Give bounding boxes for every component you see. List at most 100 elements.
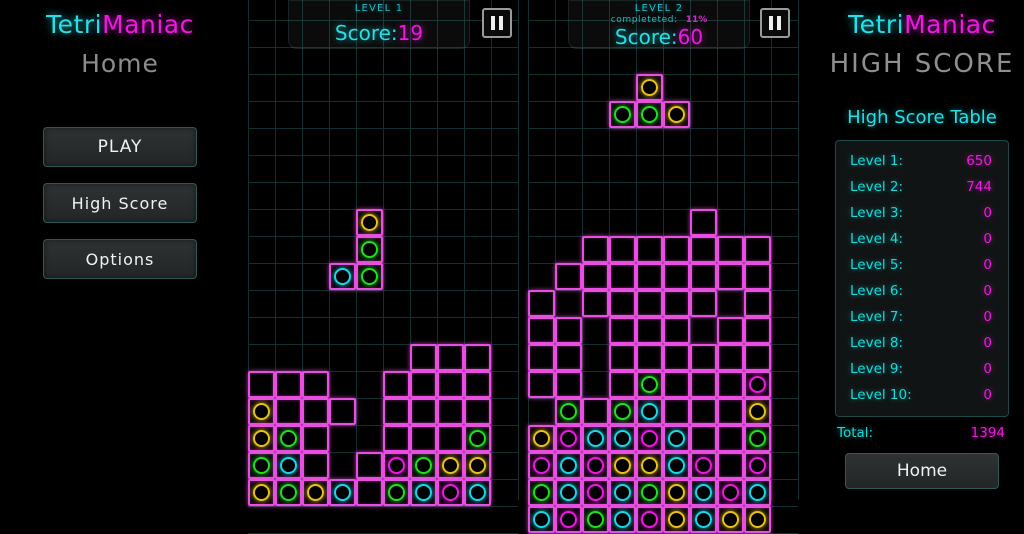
stack-block (248, 479, 275, 506)
grid-line (248, 209, 518, 210)
total-value: 1394 (970, 425, 1005, 441)
stack-block (437, 371, 464, 398)
play-button[interactable]: PLAY (43, 127, 197, 167)
block-circle-icon (333, 267, 351, 285)
block-circle-icon (441, 456, 459, 474)
home-menu: PLAY High Score Options (0, 127, 240, 279)
block-circle-icon (360, 213, 378, 231)
stack-block (744, 344, 771, 371)
stack-block (248, 371, 275, 398)
app-title: TetriManiac (0, 10, 240, 39)
stack-block (717, 398, 744, 425)
grid-line (248, 101, 518, 102)
stack-block (437, 398, 464, 425)
app-title-part1: Tetri (46, 10, 103, 39)
high-score-level-label: Level 5: (850, 257, 904, 273)
grid-line (798, 0, 799, 500)
high-score-row: Level 2: 744 (836, 174, 1008, 200)
stack-block (383, 398, 410, 425)
high-score-row: Level 10: 0 (836, 382, 1008, 408)
stack-block (636, 263, 663, 290)
block-circle-icon (748, 429, 766, 447)
stack-block (410, 398, 437, 425)
stack-block (410, 452, 437, 479)
pause-button-right[interactable] (760, 8, 790, 38)
high-score-row: Level 4: 0 (836, 226, 1008, 252)
block-circle-icon (360, 267, 378, 285)
options-button[interactable]: Options (43, 239, 197, 279)
grid-line (248, 317, 518, 318)
stack-block (744, 263, 771, 290)
level-label-right: LEVEL 2 (634, 3, 684, 14)
stack-block (555, 263, 582, 290)
stack-block (744, 317, 771, 344)
stack-block (690, 344, 717, 371)
stack-block (329, 398, 356, 425)
total-row: Total: 1394 (825, 425, 1019, 441)
block-circle-icon (532, 510, 550, 528)
stack-block (275, 371, 302, 398)
stack-block (528, 371, 555, 398)
falling-block (356, 263, 383, 290)
high-score-button[interactable]: High Score (43, 183, 197, 223)
block-circle-icon (252, 483, 270, 501)
stack-block (410, 371, 437, 398)
stack-block (663, 236, 690, 263)
stack-block (636, 290, 663, 317)
block-circle-icon (559, 402, 577, 420)
block-circle-icon (360, 240, 378, 258)
high-score-level-value: 0 (983, 283, 992, 299)
stack-block (302, 479, 329, 506)
stack-block (582, 263, 609, 290)
pause-icon (777, 16, 781, 30)
stack-block (609, 236, 636, 263)
block-circle-icon (532, 429, 550, 447)
high-score-row: Level 7: 0 (836, 304, 1008, 330)
high-score-level-value: 0 (983, 257, 992, 273)
stack-block (555, 506, 582, 533)
block-circle-icon (306, 483, 324, 501)
high-score-level-value: 0 (983, 205, 992, 221)
block-circle-icon (252, 402, 270, 420)
stack-block (636, 317, 663, 344)
stack-block (690, 209, 717, 236)
stack-block (690, 425, 717, 452)
block-circle-icon (279, 456, 297, 474)
high-score-row: Level 8: 0 (836, 330, 1008, 356)
block-circle-icon (613, 402, 631, 420)
home-button[interactable]: Home (845, 453, 999, 489)
game-board-left[interactable]: LEVEL 1 Score:19 (240, 0, 520, 534)
stack-block (555, 479, 582, 506)
app-title-part2: Maniac (904, 10, 996, 39)
block-circle-icon (694, 456, 712, 474)
block-circle-icon (586, 429, 604, 447)
game-board-right[interactable]: LEVEL 2 completeted: 11% Score:60 (520, 0, 800, 534)
stack-block (302, 371, 329, 398)
stack-block (690, 506, 717, 533)
grid-line (248, 128, 518, 129)
score-value-right: 60 (677, 25, 704, 49)
stack-block (555, 398, 582, 425)
stack-block (302, 452, 329, 479)
block-circle-icon (279, 483, 297, 501)
block-circle-icon (667, 510, 685, 528)
stack-block (356, 452, 383, 479)
stack-block (609, 371, 636, 398)
score-left: Score:19 (289, 21, 469, 45)
grid-line (528, 128, 798, 129)
stack-block (582, 452, 609, 479)
block-circle-icon (414, 456, 432, 474)
stack-block (464, 344, 491, 371)
stack-block (410, 479, 437, 506)
stack-block (690, 263, 717, 290)
block-circle-icon (252, 456, 270, 474)
high-score-level-label: Level 7: (850, 309, 904, 325)
grid-line (518, 0, 519, 500)
stack-block (636, 236, 663, 263)
block-circle-icon (279, 429, 297, 447)
stack-block (609, 317, 636, 344)
block-circle-icon (748, 483, 766, 501)
pause-button-left[interactable] (482, 8, 512, 38)
stack-block (636, 344, 663, 371)
block-circle-icon (586, 456, 604, 474)
